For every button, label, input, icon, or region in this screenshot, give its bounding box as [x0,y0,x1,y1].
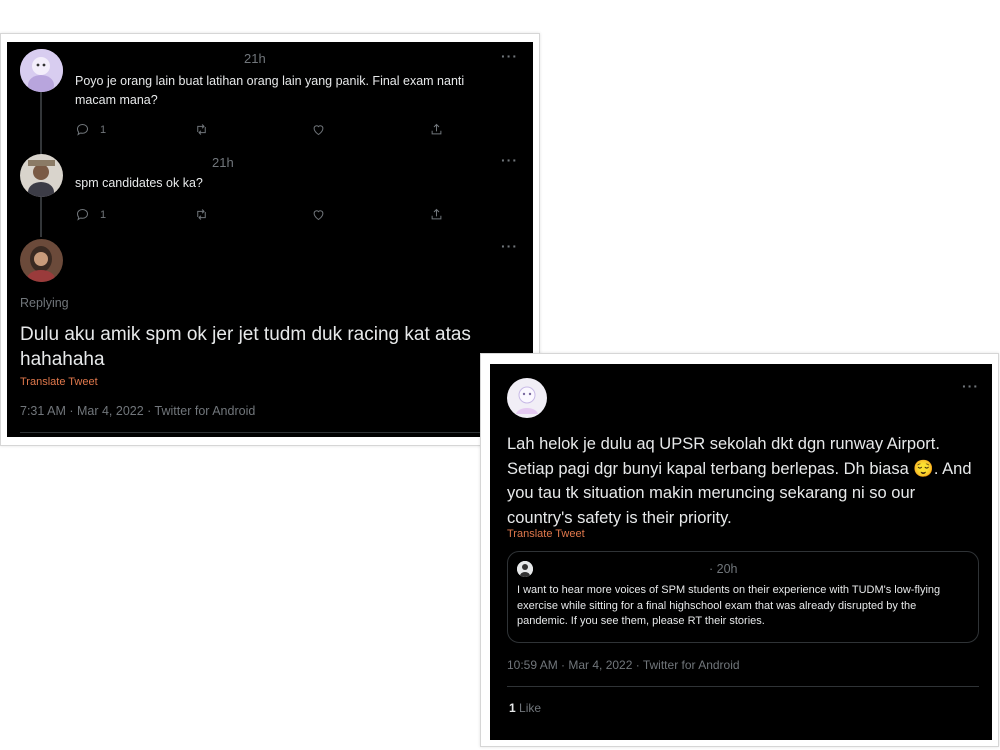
reply-icon [76,208,89,221]
like-icon [313,125,324,136]
translate-tweet-link[interactable]: Translate Tweet [20,376,98,388]
tweet-time[interactable]: 21h [212,155,234,170]
retweet-icon [197,209,206,220]
right-screenshot-frame: ··· Lah helok je dulu aq UPSR sekolah dk… [480,353,999,747]
avatar[interactable] [20,154,63,197]
likes-stat[interactable]: 1 Like [509,701,541,715]
tweet-time[interactable]: 21h [244,51,266,66]
avatar[interactable] [507,378,547,418]
reply-count: 1 [100,123,107,136]
reply-action[interactable]: 1 [75,207,106,222]
display-name[interactable] [75,52,195,64]
left-screenshot-frame: 21h ··· Poyo je orang lain buat latihan … [0,33,540,446]
tweet-text: spm candidates ok ka? [75,176,203,190]
tweet-text: Poyo je orang lain buat latihan orang la… [75,74,465,107]
like-icon [313,210,324,221]
like-action[interactable] [311,207,326,222]
tweet-text: Lah helok je dulu aq UPSR sekolah dkt dg… [507,435,972,527]
replying-prefix: Replying [20,296,69,310]
quote-text: I want to hear more voices of SPM studen… [517,584,941,627]
divider [507,686,979,687]
quoted-tweet[interactable]: · 20h I want to hear more voices of SPM … [507,551,979,643]
like-action[interactable] [311,122,326,137]
retweet-action[interactable] [194,207,209,222]
tweet-meta[interactable]: 7:31 AM · Mar 4, 2022 · Twitter for Andr… [20,404,255,418]
reply-action[interactable]: 1 [75,122,106,137]
right-tweet: ··· Lah helok je dulu aq UPSR sekolah dk… [490,364,992,740]
share-action[interactable] [429,122,444,137]
thread-line [40,92,42,158]
more-icon[interactable]: ··· [501,48,518,64]
avatar[interactable] [20,239,63,282]
thread-line [40,197,42,237]
left-tweet-thread: 21h ··· Poyo je orang lain buat latihan … [7,42,533,437]
translate-tweet-link[interactable]: Translate Tweet [507,528,585,540]
divider [20,432,520,433]
share-icon [431,123,442,135]
retweet-action[interactable] [194,122,209,137]
likes-label: Like [519,701,542,715]
more-icon[interactable]: ··· [962,378,979,394]
more-icon[interactable]: ··· [501,238,518,254]
quote-time[interactable]: · 20h [709,562,738,576]
main-tweet-text: Dulu aku amik spm ok jer jet tudm duk ra… [20,324,471,370]
replying-to: Replying [20,296,69,310]
reply-count: 1 [100,208,107,221]
share-icon [431,208,442,220]
reply-icon [76,123,89,136]
avatar[interactable] [20,49,63,92]
likes-count: 1 [509,701,516,715]
retweet-icon [197,124,206,135]
tweet-meta[interactable]: 10:59 AM · Mar 4, 2022 · Twitter for And… [507,658,740,672]
more-icon[interactable]: ··· [501,152,518,168]
share-action[interactable] [429,207,444,222]
avatar[interactable] [517,561,533,577]
